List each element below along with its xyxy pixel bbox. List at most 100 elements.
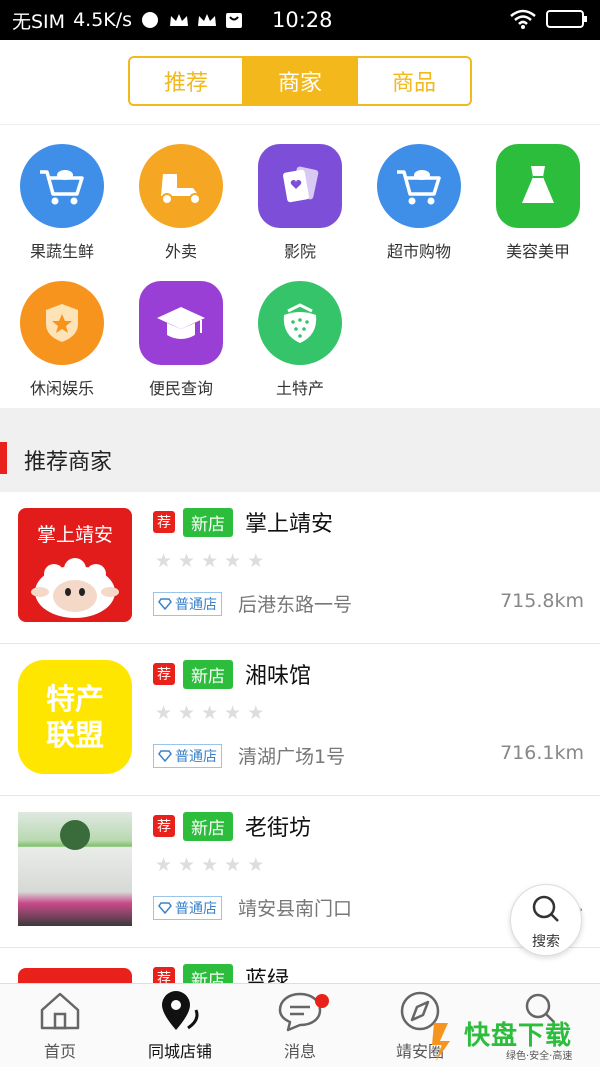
shield-star-icon [20,281,104,365]
star-icon: ★ [201,550,219,572]
diamond-icon [158,750,172,762]
merchant-name: 湘味馆 [245,664,312,689]
bag-icon [224,11,244,29]
strawberry-icon [258,281,342,365]
tab-recommend[interactable]: 推荐 [130,58,242,104]
merchant-name: 老街坊 [245,816,312,841]
merchant-address: 清湖广场1号 [238,746,346,768]
home-icon [40,992,80,1030]
new-store-badge: 新店 [183,811,233,841]
grad-cap-icon [139,281,223,365]
scooter-icon [139,144,223,228]
category-grid: 果蔬生鲜 外卖 影院 超市购物 美容美甲 休闲娱乐 便民查询 土特产 [0,126,600,408]
category-local-specialty[interactable]: 土特产 [240,281,360,399]
merchant-row[interactable]: 特产联盟 荐 新店 湘味馆 ★ ★ ★ ★ ★ 普通店 清湖广场1号 716.1km [0,644,600,796]
floating-search-label: 搜索 [532,934,560,950]
category-label: 果蔬生鲜 [29,242,94,261]
category-convenience[interactable]: 便民查询 [121,281,241,399]
merchant-thumbnail-text: 特产联盟 [45,682,104,752]
watermark-subtext: 绿色·安全·高速 [506,1051,573,1062]
crown-icon [196,11,217,29]
category-label: 超市购物 [386,242,451,261]
nav-label: 首页 [43,1042,76,1061]
category-label: 土特产 [275,379,324,398]
merchant-thumbnail [18,812,132,926]
recommended-badge: 荐 [153,663,175,685]
star-icon: ★ [178,702,196,724]
rating-stars: ★ ★ ★ ★ ★ [155,550,264,572]
tab-merchants[interactable]: 商家 [242,58,356,104]
star-icon: ★ [247,550,265,572]
star-icon: ★ [155,550,173,572]
floating-search-button[interactable]: 搜索 [510,884,582,956]
rating-stars: ★ ★ ★ ★ ★ [155,854,264,876]
section-accent-bar [0,442,7,474]
merchant-distance: 715.8km [500,590,584,612]
clock: 10:28 [272,8,333,32]
cards-icon [258,144,342,228]
segmented-control: 推荐 商家 商品 [128,56,472,106]
store-level-label: 普通店 [175,597,217,613]
category-label: 影院 [283,242,316,261]
star-icon: ★ [178,550,196,572]
net-speed: 4.5K/s [73,9,133,31]
star-icon: ★ [201,702,219,724]
star-icon: ★ [201,854,219,876]
category-label: 便民查询 [148,379,213,398]
tab-products[interactable]: 商品 [356,58,470,104]
merchant-thumbnail: 掌上靖安 [18,508,132,622]
cart-icon [377,144,461,228]
top-tab-bar: 推荐 商家 商品 [0,40,600,125]
unread-dot [315,994,329,1008]
category-supermarket[interactable]: 超市购物 [359,144,479,262]
star-icon: ★ [224,854,242,876]
nav-home[interactable]: 首页 [0,984,120,1067]
star-icon: ★ [247,702,265,724]
recommended-badge: 荐 [153,511,175,533]
new-store-badge: 新店 [183,659,233,689]
category-takeout[interactable]: 外卖 [121,144,241,262]
star-icon: ★ [247,854,265,876]
category-leisure[interactable]: 休闲娱乐 [2,281,122,399]
merchant-address: 后港东路一号 [238,594,353,616]
nav-label: 同城店铺 [147,1042,212,1061]
category-cinema[interactable]: 影院 [240,144,360,262]
star-icon: ★ [224,550,242,572]
carrier-label: 无SIM [12,10,66,33]
status-bar: 无SIM 4.5K/s 10:28 [0,0,600,40]
location-icon [162,991,199,1030]
category-label: 美容美甲 [505,242,570,261]
category-fresh-produce[interactable]: 果蔬生鲜 [2,144,122,262]
nav-messages[interactable]: 消息 [240,984,360,1067]
merchant-thumbnail: 特产联盟 [18,660,132,774]
battery-icon [546,9,588,34]
star-icon: ★ [155,854,173,876]
diamond-icon [158,598,172,610]
section-divider [0,408,600,422]
category-beauty[interactable]: 美容美甲 [478,144,598,262]
section-title: 推荐商家 [24,450,113,475]
store-level-label: 普通店 [175,749,217,765]
app-notify-icon [140,11,160,29]
merchant-distance: 716.1km [500,742,584,764]
diamond-icon [158,902,172,914]
merchant-row[interactable]: 掌上靖安 荐 新店 掌上靖安 ★ ★ ★ ★ ★ 普通店 后港东路一号 715.8km [0,492,600,644]
crown-icon [168,11,189,29]
watermark-logo: 快盘下载 绿色·安全·高速 [430,1015,600,1067]
store-level-badge: 普通店 [153,896,222,920]
nav-local-shops[interactable]: 同城店铺 [120,984,240,1067]
dress-icon [496,144,580,228]
section-header: 推荐商家 [0,422,600,492]
store-level-label: 普通店 [175,901,217,917]
store-level-badge: 普通店 [153,592,222,616]
star-icon: ★ [178,854,196,876]
merchant-address: 靖安县南门口 [238,898,353,920]
rating-stars: ★ ★ ★ ★ ★ [155,702,264,724]
merchant-list: 掌上靖安 荐 新店 掌上靖安 ★ ★ ★ ★ ★ 普通店 后港东路一号 715.8km … [0,492,600,1067]
star-icon: ★ [224,702,242,724]
star-icon: ★ [155,702,173,724]
merchant-thumbnail-text: 掌上靖安 [36,524,113,546]
merchant-name: 掌上靖安 [245,512,334,537]
nav-label: 消息 [283,1042,316,1061]
recommended-badge: 荐 [153,815,175,837]
